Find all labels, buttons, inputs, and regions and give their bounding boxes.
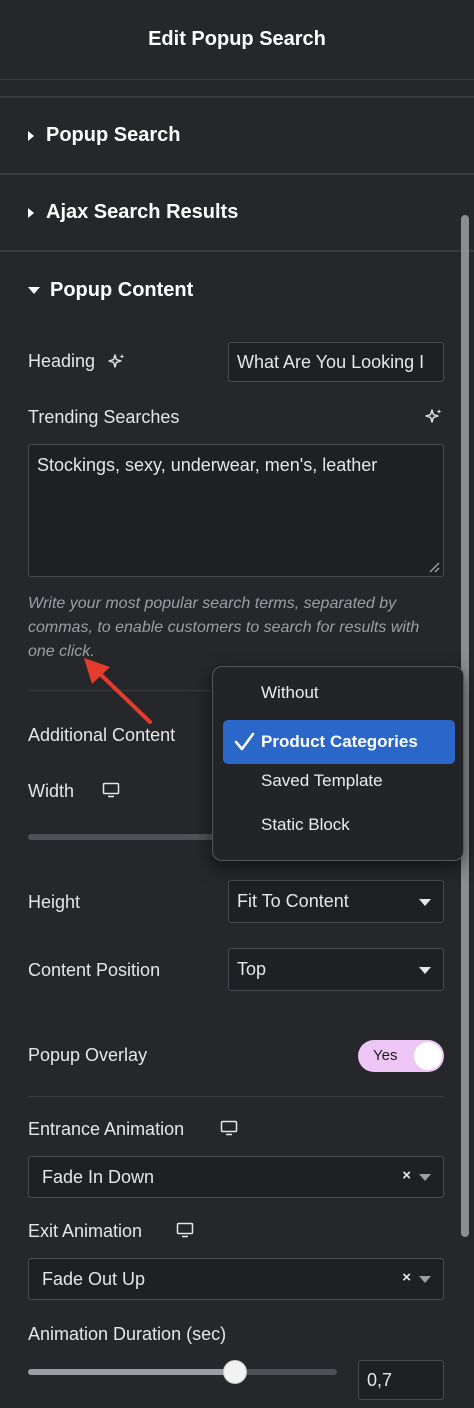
- exit-animation-select-value: Fade Out Up: [42, 1268, 146, 1289]
- toggle-knob: [414, 1042, 442, 1070]
- monitor-icon[interactable]: [176, 1222, 194, 1238]
- exit-animation-label: Exit Animation: [28, 1221, 143, 1241]
- clear-icon[interactable]: ×: [402, 1167, 411, 1184]
- dropdown-option-selected[interactable]: Product Categories: [223, 720, 455, 764]
- option-label: Product Categories: [261, 732, 418, 751]
- option-label: Saved Template: [261, 771, 383, 790]
- dropdown-option[interactable]: Saved Template: [223, 759, 455, 803]
- chevron-down-icon: [419, 898, 431, 906]
- content-position-select[interactable]: Top: [228, 948, 444, 991]
- content-position-select-value: Top: [237, 959, 267, 979]
- width-slider-track[interactable]: [28, 834, 218, 840]
- animation-duration-slider-thumb[interactable]: [223, 1360, 248, 1384]
- section-ajax-search-results[interactable]: Ajax Search Results: [0, 175, 474, 252]
- section-title: Popup Search: [46, 124, 181, 146]
- exit-animation-select[interactable]: Fade Out Up ×: [28, 1258, 444, 1300]
- animation-duration-value: 0,7: [367, 1369, 393, 1390]
- animation-duration-slider-track[interactable]: [28, 1369, 337, 1375]
- section-popup-search[interactable]: Popup Search: [0, 98, 474, 175]
- toggle-label: Yes: [373, 1047, 398, 1064]
- trending-searches-label: Trending Searches: [28, 407, 180, 427]
- chevron-down-icon: [419, 1174, 431, 1181]
- dropdown-option[interactable]: Static Block: [223, 803, 455, 847]
- divider: [28, 1096, 444, 1097]
- additional-content-label: Additional Content: [28, 725, 176, 745]
- option-label: Static Block: [261, 815, 350, 834]
- trending-help-text: Write your most popular search terms, se…: [28, 595, 420, 660]
- animation-duration-slider-fill: [28, 1369, 236, 1375]
- width-label: Width: [28, 781, 75, 801]
- height-select-value: Fit To Content: [237, 891, 349, 911]
- panel-title: Edit Popup Search: [148, 28, 326, 50]
- animation-duration-input[interactable]: 0,7: [358, 1360, 444, 1400]
- dropdown-option[interactable]: Without: [223, 671, 455, 715]
- popup-overlay-label: Popup Overlay: [28, 1045, 148, 1065]
- clear-icon[interactable]: ×: [402, 1269, 411, 1286]
- entrance-animation-select[interactable]: Fade In Down ×: [28, 1156, 444, 1198]
- option-label: Without: [261, 683, 319, 702]
- entrance-animation-label: Entrance Animation: [28, 1119, 185, 1139]
- caret-down-icon: [28, 287, 40, 294]
- popup-overlay-toggle[interactable]: Yes: [358, 1040, 444, 1072]
- section-title: Ajax Search Results: [46, 201, 239, 223]
- heading-label: Heading: [28, 351, 96, 371]
- content-position-label: Content Position: [28, 960, 161, 980]
- panel-header: Edit Popup Search: [0, 0, 474, 80]
- caret-right-icon: [28, 130, 34, 141]
- sparkle-icon[interactable]: [425, 408, 443, 426]
- section-title: Popup Content: [50, 279, 194, 301]
- check-icon: [234, 732, 255, 751]
- trending-searches-value: Stockings, sexy, underwear, men's, leath…: [37, 455, 378, 475]
- animation-duration-label: Animation Duration (sec): [28, 1324, 227, 1344]
- sparkle-icon[interactable]: [108, 353, 126, 371]
- caret-right-icon: [28, 207, 34, 218]
- heading-input-value: What Are You Looking I: [237, 351, 425, 372]
- additional-content-dropdown[interactable]: Without Product Categories Saved Templat…: [212, 666, 464, 861]
- chevron-down-icon: [419, 966, 431, 974]
- trending-searches-textarea[interactable]: Stockings, sexy, underwear, men's, leath…: [28, 444, 444, 577]
- height-label: Height: [28, 892, 81, 912]
- resize-handle-icon[interactable]: [428, 561, 440, 573]
- chevron-down-icon: [419, 1276, 431, 1283]
- entrance-animation-select-value: Fade In Down: [42, 1166, 155, 1187]
- heading-input[interactable]: What Are You Looking I: [228, 342, 444, 382]
- red-arrow: [84, 658, 152, 724]
- monitor-icon[interactable]: [220, 1120, 238, 1136]
- monitor-icon[interactable]: [102, 782, 120, 798]
- height-select[interactable]: Fit To Content: [228, 880, 444, 923]
- section-popup-content[interactable]: Popup Content: [0, 252, 474, 329]
